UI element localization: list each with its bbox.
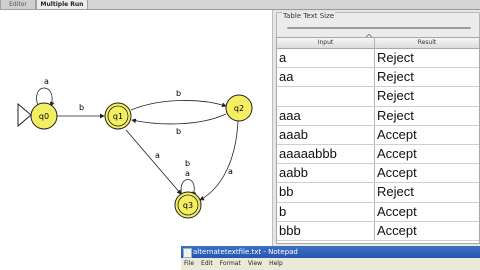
transition-label: b	[176, 127, 181, 136]
transition-q1-q2	[130, 100, 227, 111]
result-cell: Reject	[377, 184, 414, 200]
results-table: Input Result a Reject aa Reject Reject aaa Rej…	[276, 37, 480, 244]
column-header-input[interactable]: Input	[277, 38, 375, 48]
table-row[interactable]: aa Reject	[277, 68, 479, 88]
table-row[interactable]: bb Reject	[277, 183, 479, 203]
table-row[interactable]: aaab Accept	[277, 125, 479, 145]
menu-help[interactable]: Help	[266, 258, 287, 270]
tab-multiple-run[interactable]: Multiple Run	[36, 0, 88, 10]
transition-label: a	[155, 151, 160, 160]
table-text-size-label: Table Text Size	[282, 12, 336, 20]
result-cell: Reject	[377, 50, 414, 65]
input-cell[interactable]: aabb	[277, 164, 375, 183]
transition-label: b	[176, 89, 181, 98]
state-label: q2	[234, 104, 244, 113]
notepad-titlebar[interactable]: alternatetextfile.txt - Notepad	[181, 246, 480, 258]
tab-editor[interactable]: Editor	[0, 0, 36, 10]
result-cell: Accept	[377, 165, 417, 181]
transition-q1-q3	[125, 129, 182, 195]
transition-label: a	[44, 77, 49, 86]
result-cell: Accept	[377, 145, 417, 161]
menu-view[interactable]: View	[245, 258, 266, 270]
input-cell[interactable]: aaa	[277, 106, 375, 125]
text-size-slider[interactable]	[287, 27, 471, 51]
results-panel: Table Text Size Input Result a Reject aa Re…	[273, 10, 480, 270]
state-label: q0	[39, 112, 49, 121]
menu-edit[interactable]: Edit	[198, 258, 217, 270]
result-cell: Reject	[377, 88, 414, 104]
automaton-diagram: a b b b a b a a q0 q1 q2 q3	[17, 77, 253, 219]
result-cell: Accept	[377, 222, 417, 238]
menu-format[interactable]: Format	[217, 258, 245, 270]
state-q2[interactable]: q2	[225, 94, 253, 122]
column-header-result[interactable]: Result	[375, 38, 479, 48]
input-cell[interactable]: aaaaabbb	[277, 144, 375, 164]
table-row[interactable]: b Accept	[277, 202, 479, 222]
state-label: q3	[183, 201, 193, 210]
input-cell[interactable]	[277, 87, 375, 106]
transition-label: b	[79, 103, 84, 112]
input-cell[interactable]: aaab	[277, 125, 375, 144]
input-cell[interactable]: b	[277, 202, 375, 221]
transition-label: a	[185, 169, 190, 178]
transition-label: a	[228, 167, 233, 176]
input-cell[interactable]: bbb	[277, 221, 375, 240]
input-cell[interactable]: aa	[277, 68, 375, 87]
automaton-canvas[interactable]: a b b b a b a a q0 q1 q2 q3	[0, 10, 273, 270]
transition-q2-q1	[131, 113, 227, 125]
result-cell: Accept	[377, 203, 417, 219]
input-cell[interactable]: bb	[277, 183, 375, 202]
notepad-window[interactable]: alternatetextfile.txt - Notepad File Edi…	[181, 246, 480, 270]
result-cell: Reject	[377, 107, 414, 123]
input-cell[interactable]: a	[277, 49, 375, 68]
table-row[interactable]: bbb Accept	[277, 221, 479, 241]
initial-state-marker	[17, 102, 32, 128]
table-row[interactable]: Reject	[277, 87, 479, 107]
transition-label: b	[185, 159, 190, 168]
result-cell: Reject	[377, 69, 414, 85]
state-label: q1	[113, 112, 123, 121]
state-q1[interactable]: q1	[104, 102, 132, 130]
result-cell: Accept	[377, 126, 417, 142]
table-row[interactable]: aaaaabbb Accept	[277, 144, 479, 165]
tab-bar: Editor Multiple Run	[0, 0, 480, 10]
menu-file[interactable]: File	[181, 258, 198, 270]
table-text-size-group: Table Text Size	[276, 12, 480, 51]
transition-q2-q3	[199, 120, 239, 201]
table-row[interactable]: aaa Reject	[277, 106, 479, 126]
state-q3[interactable]: q3	[174, 191, 202, 219]
notepad-title: alternatetextfile.txt - Notepad	[193, 248, 298, 256]
table-row[interactable]: a Reject	[277, 49, 479, 69]
table-row[interactable]: aabb Accept	[277, 164, 479, 184]
notepad-icon	[183, 248, 192, 258]
state-q0[interactable]: q0	[30, 102, 58, 130]
notepad-menubar: File Edit Format View Help	[181, 258, 480, 270]
table-header: Input Result	[277, 38, 479, 49]
